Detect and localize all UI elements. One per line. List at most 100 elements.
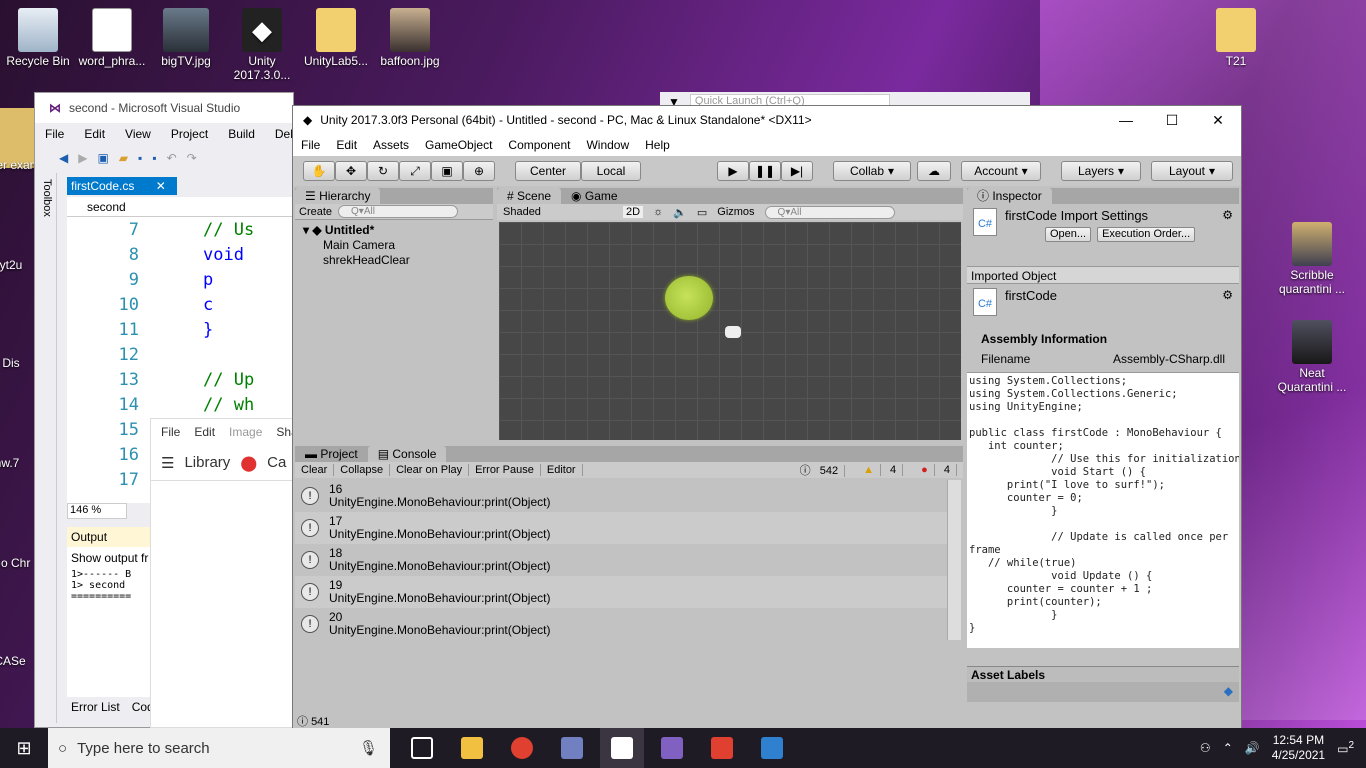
code-line[interactable]: 9p (67, 267, 293, 292)
move-tool-icon[interactable]: ✥ (335, 161, 367, 181)
desktop-icon-unity[interactable]: ◆ Unity 2017.3.0... (224, 8, 300, 82)
console-log-entry[interactable]: ! 20 UnityEngine.MonoBehaviour:print(Objec… (295, 608, 947, 640)
u-menu-help[interactable]: Help (645, 138, 670, 152)
tab-game[interactable]: ◉ Game (561, 189, 628, 203)
shrek-head-sprite[interactable] (665, 276, 713, 320)
hand-tool-icon[interactable]: ✋ (303, 161, 335, 181)
maximize-icon[interactable]: ☐ (1149, 112, 1195, 129)
tab-scene[interactable]: # Scene (497, 188, 562, 204)
forward-icon[interactable]: ▶ (78, 151, 87, 165)
lib-menu-edit[interactable]: Edit (194, 425, 215, 439)
vs-menu-file[interactable]: File (45, 127, 64, 141)
lib-menu-image[interactable]: Image (229, 425, 262, 439)
collab-dropdown[interactable]: Collab ▾ (833, 161, 911, 181)
u-menu-assets[interactable]: Assets (373, 138, 409, 152)
console-scrollbar[interactable] (947, 480, 961, 640)
toolbox-sidebar[interactable]: Toolbox (35, 173, 57, 723)
code-line[interactable]: 13 // Up (67, 367, 293, 392)
scene-root-untitled[interactable]: ▾ ◆ Untitled* (295, 220, 493, 237)
tab-hierarchy[interactable]: ☰ Hierarchy (295, 188, 381, 204)
u-menu-window[interactable]: Window (586, 138, 629, 152)
code-line[interactable]: 8 void (67, 242, 293, 267)
u-menu-file[interactable]: File (301, 138, 320, 152)
pivot-local-button[interactable]: Local (581, 161, 641, 181)
scene-view-panel[interactable]: Shaded 2D ☼ 🔈 ▭ Gizmos Q▾All (497, 204, 963, 442)
notifications-icon[interactable]: ▭2 (1337, 740, 1354, 756)
step-icon[interactable]: ▶| (781, 161, 813, 181)
desktop-icon-bigtv[interactable]: bigTV.jpg (148, 8, 224, 68)
capture-label[interactable]: Ca (267, 454, 286, 471)
vs-navigation-bar[interactable]: second (67, 197, 293, 217)
vs-menu-build[interactable]: Build (228, 127, 255, 141)
close-icon[interactable]: ✕ (156, 179, 166, 193)
taskbar-search[interactable]: ○ Type here to search 🎙 (48, 728, 390, 768)
clear-on-play-button[interactable]: Clear on Play (390, 464, 470, 476)
editor-dropdown[interactable]: Editor (541, 464, 583, 476)
console-log-entry[interactable]: ! 17 UnityEngine.MonoBehaviour:print(Objec… (295, 512, 947, 544)
execution-order-button[interactable]: Execution Order... (1097, 227, 1196, 242)
snagit-editor-icon[interactable] (750, 728, 794, 768)
hierarchy-panel[interactable]: Create Q▾All ▾ ◆ Untitled* Main Camera s… (295, 204, 493, 456)
scene-search[interactable]: Q▾All (764, 205, 895, 219)
vs-menu-view[interactable]: View (125, 127, 151, 141)
rotate-tool-icon[interactable]: ↻ (367, 161, 399, 181)
layers-dropdown[interactable]: Layers ▾ (1061, 161, 1141, 181)
error-count[interactable]: ● 4 (909, 464, 963, 476)
u-menu-component[interactable]: Component (508, 138, 570, 152)
record-icon[interactable]: ⬤ (240, 454, 257, 472)
library-label[interactable]: Library (184, 454, 230, 471)
pivot-center-button[interactable]: Center (515, 161, 581, 181)
file-explorer-icon[interactable] (450, 728, 494, 768)
gizmos-dropdown[interactable]: Gizmos (717, 206, 754, 218)
hierarchy-search[interactable]: Q▾All (338, 205, 459, 218)
effects-icon[interactable]: ▭ (697, 206, 707, 219)
mode-2d-toggle[interactable]: 2D (623, 206, 644, 218)
taskbar-clock[interactable]: 12:54 PM 4/25/2021 (1272, 733, 1325, 763)
desktop-icon-baffoon[interactable]: baffoon.jpg (372, 8, 448, 68)
transform-tool-icon[interactable]: ⊕ (463, 161, 495, 181)
create-dropdown[interactable]: Create (299, 206, 332, 218)
light-icon[interactable]: ☼ (653, 206, 663, 218)
visual-studio-taskbar-icon[interactable] (650, 728, 694, 768)
tab-error-list[interactable]: Error List (71, 697, 120, 717)
vs-menu-project[interactable]: Project (171, 127, 208, 141)
collapse-button[interactable]: Collapse (334, 464, 391, 476)
task-view-icon[interactable] (400, 728, 444, 768)
code-line[interactable]: 10 c (67, 292, 293, 317)
open-button[interactable]: Open... (1045, 227, 1092, 242)
chevron-up-icon[interactable]: ⌃ (1223, 741, 1233, 755)
tab-project[interactable]: ▬ Project (295, 447, 368, 461)
redo-icon[interactable]: ↷ (187, 151, 197, 165)
clear-button[interactable]: Clear (295, 464, 335, 476)
unity-taskbar-icon[interactable] (600, 728, 644, 768)
desktop-icon-t21[interactable]: T21 (1198, 8, 1274, 68)
hamburger-icon[interactable]: ☰ (161, 454, 174, 472)
warning-count[interactable]: ▲ 4 (851, 464, 909, 476)
windows-start-icon[interactable]: ⊞ (0, 728, 48, 768)
code-line[interactable]: 11} (67, 317, 293, 342)
chrome-icon[interactable] (500, 728, 544, 768)
code-line[interactable]: 7 // Us (67, 217, 293, 242)
settings-gear-icon[interactable]: ⚙ (1222, 288, 1233, 302)
account-dropdown[interactable]: Account ▾ (961, 161, 1041, 181)
tag-icon[interactable]: ◆ (1224, 684, 1233, 698)
unity-titlebar[interactable]: ◆ Unity 2017.3.0f3 Personal (64bit) - Un… (293, 106, 1241, 134)
save-icon[interactable]: ▪ (138, 151, 142, 165)
scene-canvas[interactable] (499, 222, 961, 440)
code-line[interactable]: 14 // wh (67, 392, 293, 417)
code-line[interactable]: 12 (67, 342, 293, 367)
error-pause-button[interactable]: Error Pause (469, 464, 541, 476)
unity-editor-window[interactable]: ◆ Unity 2017.3.0f3 Personal (64bit) - Un… (292, 105, 1242, 728)
console-panel[interactable]: ▬ Project ▤ Console Clear Collapse Clear… (295, 446, 963, 644)
camera-gizmo-icon[interactable] (725, 326, 741, 338)
shading-mode-dropdown[interactable]: Shaded (503, 206, 613, 218)
microphone-icon[interactable]: 🎙 (359, 739, 378, 757)
close-icon[interactable]: ✕ (1195, 112, 1241, 129)
desktop-icon-recycle-bin[interactable]: Recycle Bin (0, 8, 76, 68)
discord-icon[interactable] (550, 728, 594, 768)
u-menu-edit[interactable]: Edit (336, 138, 357, 152)
hierarchy-item-shrekheadclear[interactable]: shrekHeadClear (295, 252, 493, 267)
desktop-icon-unitylab[interactable]: UnityLab5... (298, 8, 374, 68)
u-menu-gameobject[interactable]: GameObject (425, 138, 492, 152)
settings-gear-icon[interactable]: ⚙ (1222, 208, 1233, 222)
